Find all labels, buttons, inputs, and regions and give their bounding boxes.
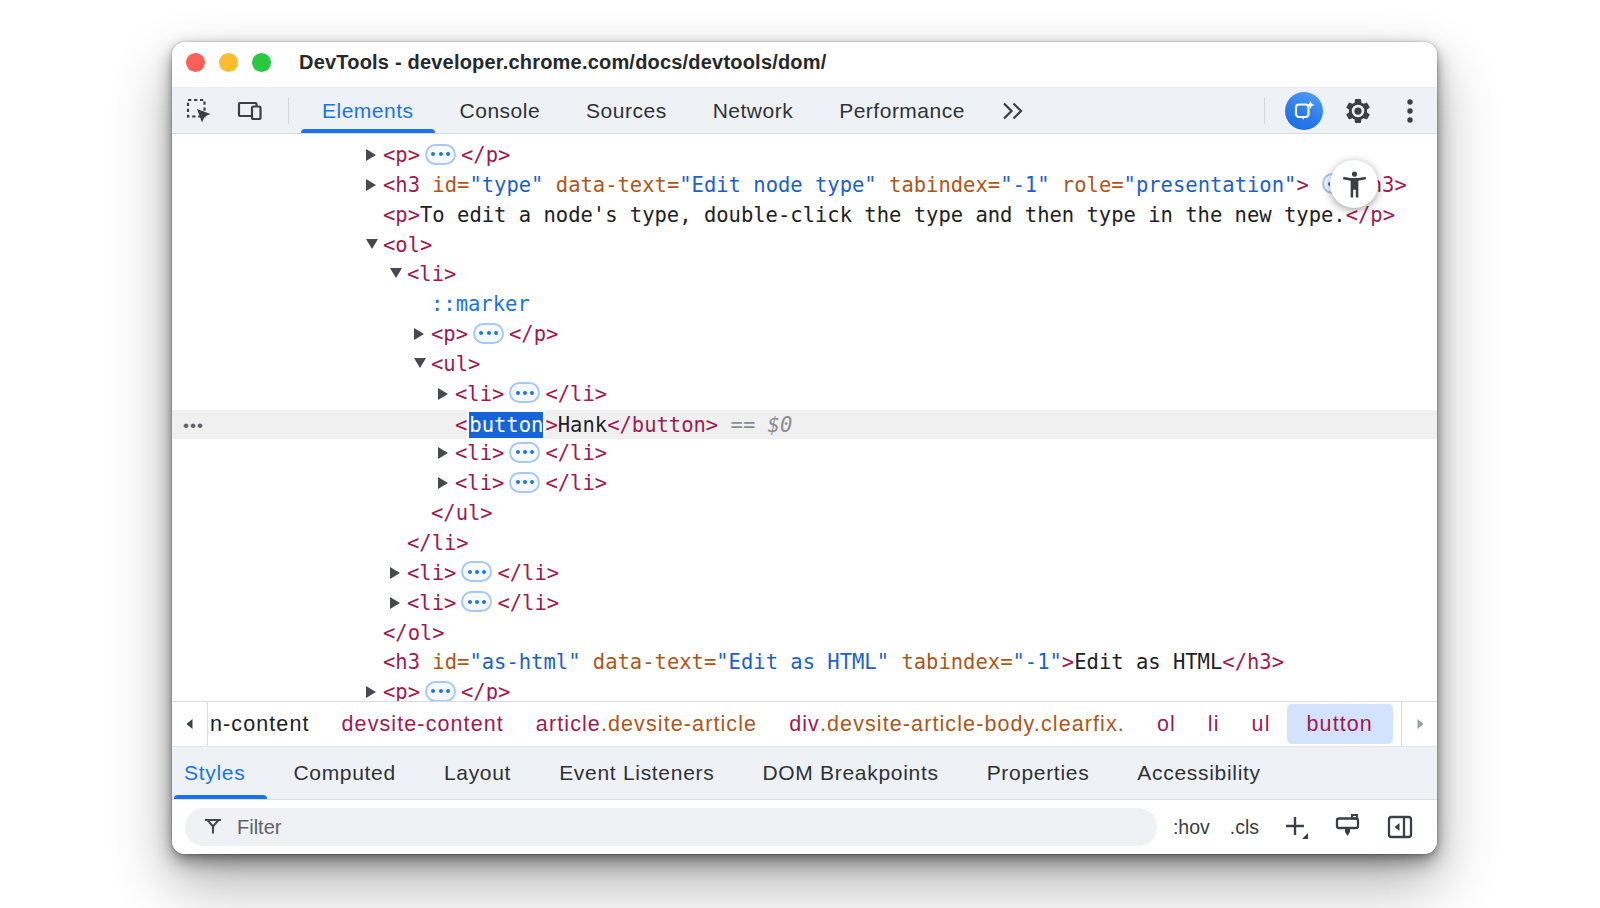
collapsed-arrow-icon[interactable] (366, 141, 383, 171)
tab-performance[interactable]: Performance (816, 88, 988, 133)
collapsed-arrow-icon[interactable] (438, 380, 455, 410)
inline-expand-ellipsis-icon[interactable] (473, 323, 504, 344)
collapsed-arrow-icon[interactable] (438, 469, 455, 499)
toolbar-right (1264, 92, 1437, 130)
dom-tree-row[interactable]: <p>To edit a node's type, double-click t… (172, 201, 1437, 231)
row-overflow-dots-icon[interactable]: ••• (183, 411, 204, 441)
dom-tree-row[interactable]: <li> (172, 260, 1437, 290)
panel-tab-computed[interactable]: Computed (269, 747, 420, 799)
tab-sources[interactable]: Sources (563, 88, 690, 133)
minimize-button[interactable] (219, 53, 238, 72)
inline-expand-ellipsis-icon[interactable] (461, 591, 492, 612)
expanded-arrow-icon[interactable] (414, 350, 431, 380)
dom-tree-row[interactable]: </ul> (172, 499, 1437, 529)
dom-tree-row[interactable]: <li></li> (172, 589, 1437, 619)
kebab-menu-icon[interactable] (1393, 94, 1427, 128)
settings-gear-icon[interactable] (1341, 94, 1375, 128)
dom-tree-row[interactable]: <p></p> (172, 141, 1437, 171)
filter-funnel-icon (201, 815, 225, 839)
zoom-button[interactable] (252, 53, 271, 72)
dom-tree-row[interactable]: <ul> (172, 350, 1437, 380)
rendering-brush-icon[interactable] (1333, 812, 1363, 842)
panel-tabs: StylesComputedLayoutEvent ListenersDOM B… (172, 746, 1437, 800)
dom-tree-row[interactable]: <li></li> (172, 439, 1437, 469)
dom-tree-row[interactable]: <p></p> (172, 678, 1437, 701)
more-tabs-chevron-icon[interactable] (996, 99, 1028, 123)
filter-bar-right: :hov .cls (1173, 812, 1415, 842)
panel-tab-dom-breakpoints[interactable]: DOM Breakpoints (738, 747, 962, 799)
dom-tree-row[interactable]: •••<button>Hank</button> == $0 (172, 410, 1437, 440)
dom-tree-row[interactable]: <li></li> (172, 469, 1437, 499)
breadcrumb-item-button[interactable]: button (1287, 704, 1393, 744)
collapsed-arrow-icon[interactable] (414, 320, 431, 350)
tag-name-edit-box[interactable]: button (467, 410, 545, 442)
breadcrumb-scroll-left-icon[interactable] (172, 702, 208, 746)
panel-tab-accessibility[interactable]: Accessibility (1113, 747, 1284, 799)
expanded-arrow-icon[interactable] (366, 231, 383, 261)
collapsed-arrow-icon[interactable] (366, 678, 383, 701)
breadcrumb-bar: n-contentdevsite-contentarticle.devsite-… (172, 701, 1437, 746)
breadcrumb-item-n-content[interactable]: n-content (208, 704, 326, 744)
toggle-sidebar-icon[interactable] (1385, 812, 1415, 842)
dom-tree-row[interactable]: ::marker (172, 290, 1437, 320)
toolbar-tabs: ElementsConsoleSourcesNetworkPerformance (299, 88, 988, 133)
breadcrumb-item-article[interactable]: article.devsite-article (520, 704, 773, 744)
dom-tree: <p></p><h3 id="type" data-text="Edit nod… (172, 134, 1437, 701)
toggle-class-button[interactable]: .cls (1230, 816, 1259, 839)
ai-assistance-icon[interactable] (1285, 92, 1323, 130)
dom-tree-row[interactable]: <li></li> (172, 380, 1437, 410)
expanded-arrow-icon[interactable] (390, 260, 407, 290)
dom-tree-row[interactable]: <h3 id="type" data-text="Edit node type"… (172, 171, 1437, 201)
device-toolbar-icon[interactable] (234, 94, 268, 128)
title-bar: DevTools - developer.chrome.com/docs/dev… (172, 42, 1437, 88)
tab-network[interactable]: Network (690, 88, 817, 133)
dom-tree-row[interactable]: <ol> (172, 231, 1437, 261)
panel-tab-layout[interactable]: Layout (420, 747, 535, 799)
breadcrumb-item-ol[interactable]: ol (1141, 704, 1192, 744)
tab-elements[interactable]: Elements (299, 88, 437, 133)
collapsed-arrow-icon[interactable] (390, 589, 407, 619)
new-style-rule-icon[interactable] (1281, 812, 1311, 842)
breadcrumb-item-devsite-content[interactable]: devsite-content (326, 704, 520, 744)
window-title: DevTools - developer.chrome.com/docs/dev… (299, 51, 827, 74)
breadcrumb-item-ul[interactable]: ul (1236, 704, 1287, 744)
toolbar-separator (288, 98, 289, 124)
breadcrumb-item-div[interactable]: div.devsite-article-body.clearfix. (773, 704, 1141, 744)
panel-tab-properties[interactable]: Properties (963, 747, 1114, 799)
panel-tab-event-listeners[interactable]: Event Listeners (535, 747, 738, 799)
tab-console[interactable]: Console (437, 88, 564, 133)
panel-tab-styles[interactable]: Styles (172, 747, 269, 799)
collapsed-arrow-icon[interactable] (390, 559, 407, 589)
inline-expand-ellipsis-icon[interactable] (425, 681, 456, 701)
inline-expand-ellipsis-icon[interactable] (425, 144, 456, 165)
inline-expand-ellipsis-icon[interactable] (461, 561, 492, 582)
accessibility-icon[interactable] (1330, 160, 1378, 208)
dom-tree-row[interactable]: <h3 id="as-html" data-text="Edit as HTML… (172, 648, 1437, 678)
traffic-lights (186, 53, 271, 72)
breadcrumb-scroll-right-icon[interactable] (1401, 702, 1437, 746)
close-button[interactable] (186, 53, 205, 72)
collapsed-arrow-icon[interactable] (366, 171, 383, 201)
collapsed-arrow-icon[interactable] (438, 439, 455, 469)
toggle-hover-state-button[interactable]: :hov (1173, 816, 1210, 839)
breadcrumb: n-contentdevsite-contentarticle.devsite-… (208, 702, 1393, 746)
inline-expand-ellipsis-icon[interactable] (509, 472, 540, 493)
inline-expand-ellipsis-icon[interactable] (509, 442, 540, 463)
inline-expand-ellipsis-icon[interactable] (509, 382, 540, 403)
styles-filter-bar: :hov .cls (172, 800, 1437, 854)
filter-input[interactable] (237, 816, 1097, 839)
toolbar-right-separator (1264, 98, 1265, 124)
breadcrumb-item-li[interactable]: li (1192, 704, 1236, 744)
dom-tree-row[interactable]: </li> (172, 529, 1437, 559)
inspect-icon[interactable] (182, 94, 216, 128)
devtools-toolbar: ElementsConsoleSourcesNetworkPerformance (172, 88, 1437, 134)
dom-tree-row[interactable]: </ol> (172, 619, 1437, 649)
dom-tree-row[interactable]: <li></li> (172, 559, 1437, 589)
devtools-window: DevTools - developer.chrome.com/docs/dev… (172, 42, 1437, 854)
filter-input-wrap (185, 808, 1157, 846)
dom-tree-row[interactable]: <p></p> (172, 320, 1437, 350)
